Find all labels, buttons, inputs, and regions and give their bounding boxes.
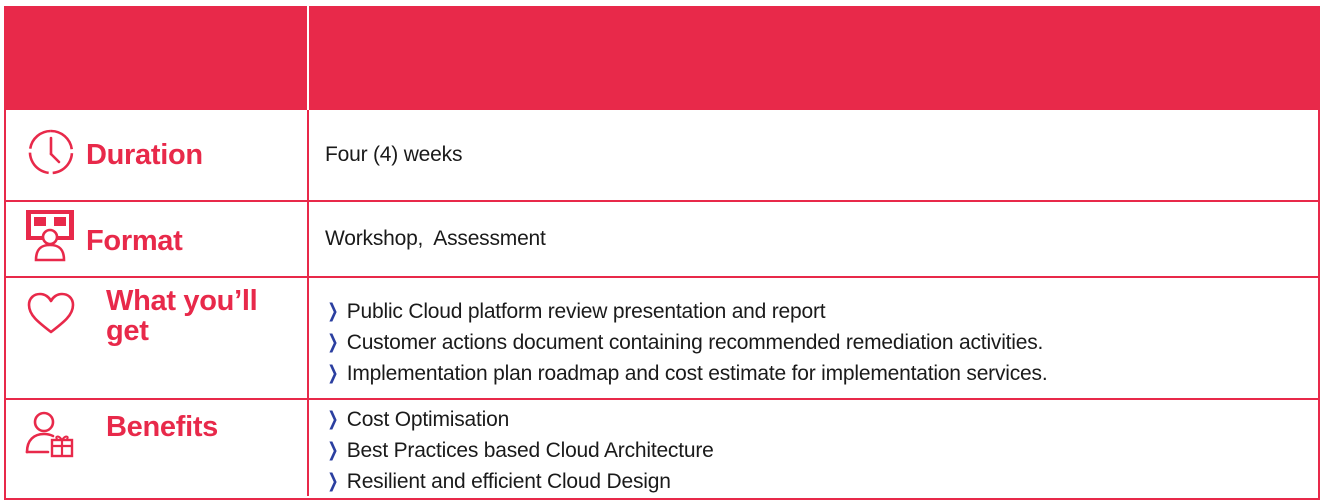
- person-gift-icon: [25, 411, 74, 458]
- chevron-right-icon: ❯: [327, 301, 339, 322]
- heart-icon: [27, 292, 75, 334]
- chevron-right-icon: ❯: [327, 332, 339, 353]
- row-label-line2: get: [106, 315, 149, 347]
- value-cell-duration: Four (4) weeks: [309, 110, 1318, 200]
- row-value: Four (4) weeks: [325, 143, 463, 166]
- table-row-benefits: Benefits ❯ Cost Optimisation ❯ Best Prac…: [6, 398, 1318, 496]
- offering-table: Duration Four (4) weeks Format Workshop,…: [4, 6, 1320, 500]
- value-cell-format: Workshop, Assessment: [309, 202, 1318, 276]
- list-item: ❯ Customer actions document containing r…: [325, 327, 1043, 358]
- table-header: [6, 6, 1318, 110]
- row-label: Duration: [86, 139, 203, 171]
- chevron-right-icon: ❯: [327, 440, 339, 461]
- list-item-text: Best Practices based Cloud Architecture: [346, 439, 714, 462]
- list-item: ❯ Implementation plan roadmap and cost e…: [325, 358, 1047, 389]
- table-row-format: Format Workshop, Assessment: [6, 200, 1318, 276]
- chevron-right-icon: ❯: [327, 471, 339, 492]
- table-row-duration: Duration Four (4) weeks: [6, 110, 1318, 200]
- label-cell-format: Format: [6, 202, 309, 276]
- row-label: Benefits: [106, 411, 219, 443]
- list-item: ❯ Resilient and efficient Cloud Design: [325, 466, 671, 497]
- list-item-text: Public Cloud platform review presentatio…: [346, 300, 826, 323]
- header-cell-label: [6, 6, 309, 110]
- list-item-text: Customer actions document containing rec…: [346, 331, 1044, 354]
- chevron-right-icon: ❯: [327, 363, 339, 384]
- clock-icon: [28, 129, 74, 175]
- label-cell-what-you-get: What you’ll get: [6, 278, 309, 398]
- row-label-line1: What you’ll: [106, 285, 258, 317]
- list-item: ❯ Cost Optimisation: [325, 404, 509, 435]
- value-cell-benefits: ❯ Cost Optimisation ❯ Best Practices bas…: [309, 400, 1318, 496]
- label-cell-benefits: Benefits: [6, 400, 309, 496]
- list-item: ❯ Public Cloud platform review presentat…: [325, 296, 825, 327]
- table-row-what-you-get: What you’ll get ❯ Public Cloud platform …: [6, 276, 1318, 398]
- list-item-text: Resilient and efficient Cloud Design: [346, 470, 671, 493]
- presenter-board-icon: [26, 210, 74, 262]
- list-item-text: Cost Optimisation: [346, 408, 510, 431]
- list-item-text: Implementation plan roadmap and cost est…: [346, 362, 1048, 385]
- header-cell-value: [309, 6, 1318, 110]
- row-label: Format: [86, 225, 183, 257]
- label-cell-duration: Duration: [6, 110, 309, 200]
- value-cell-what-you-get: ❯ Public Cloud platform review presentat…: [309, 278, 1318, 398]
- row-value: Workshop, Assessment: [325, 227, 546, 250]
- chevron-right-icon: ❯: [327, 409, 339, 430]
- list-item: ❯ Best Practices based Cloud Architectur…: [325, 435, 714, 466]
